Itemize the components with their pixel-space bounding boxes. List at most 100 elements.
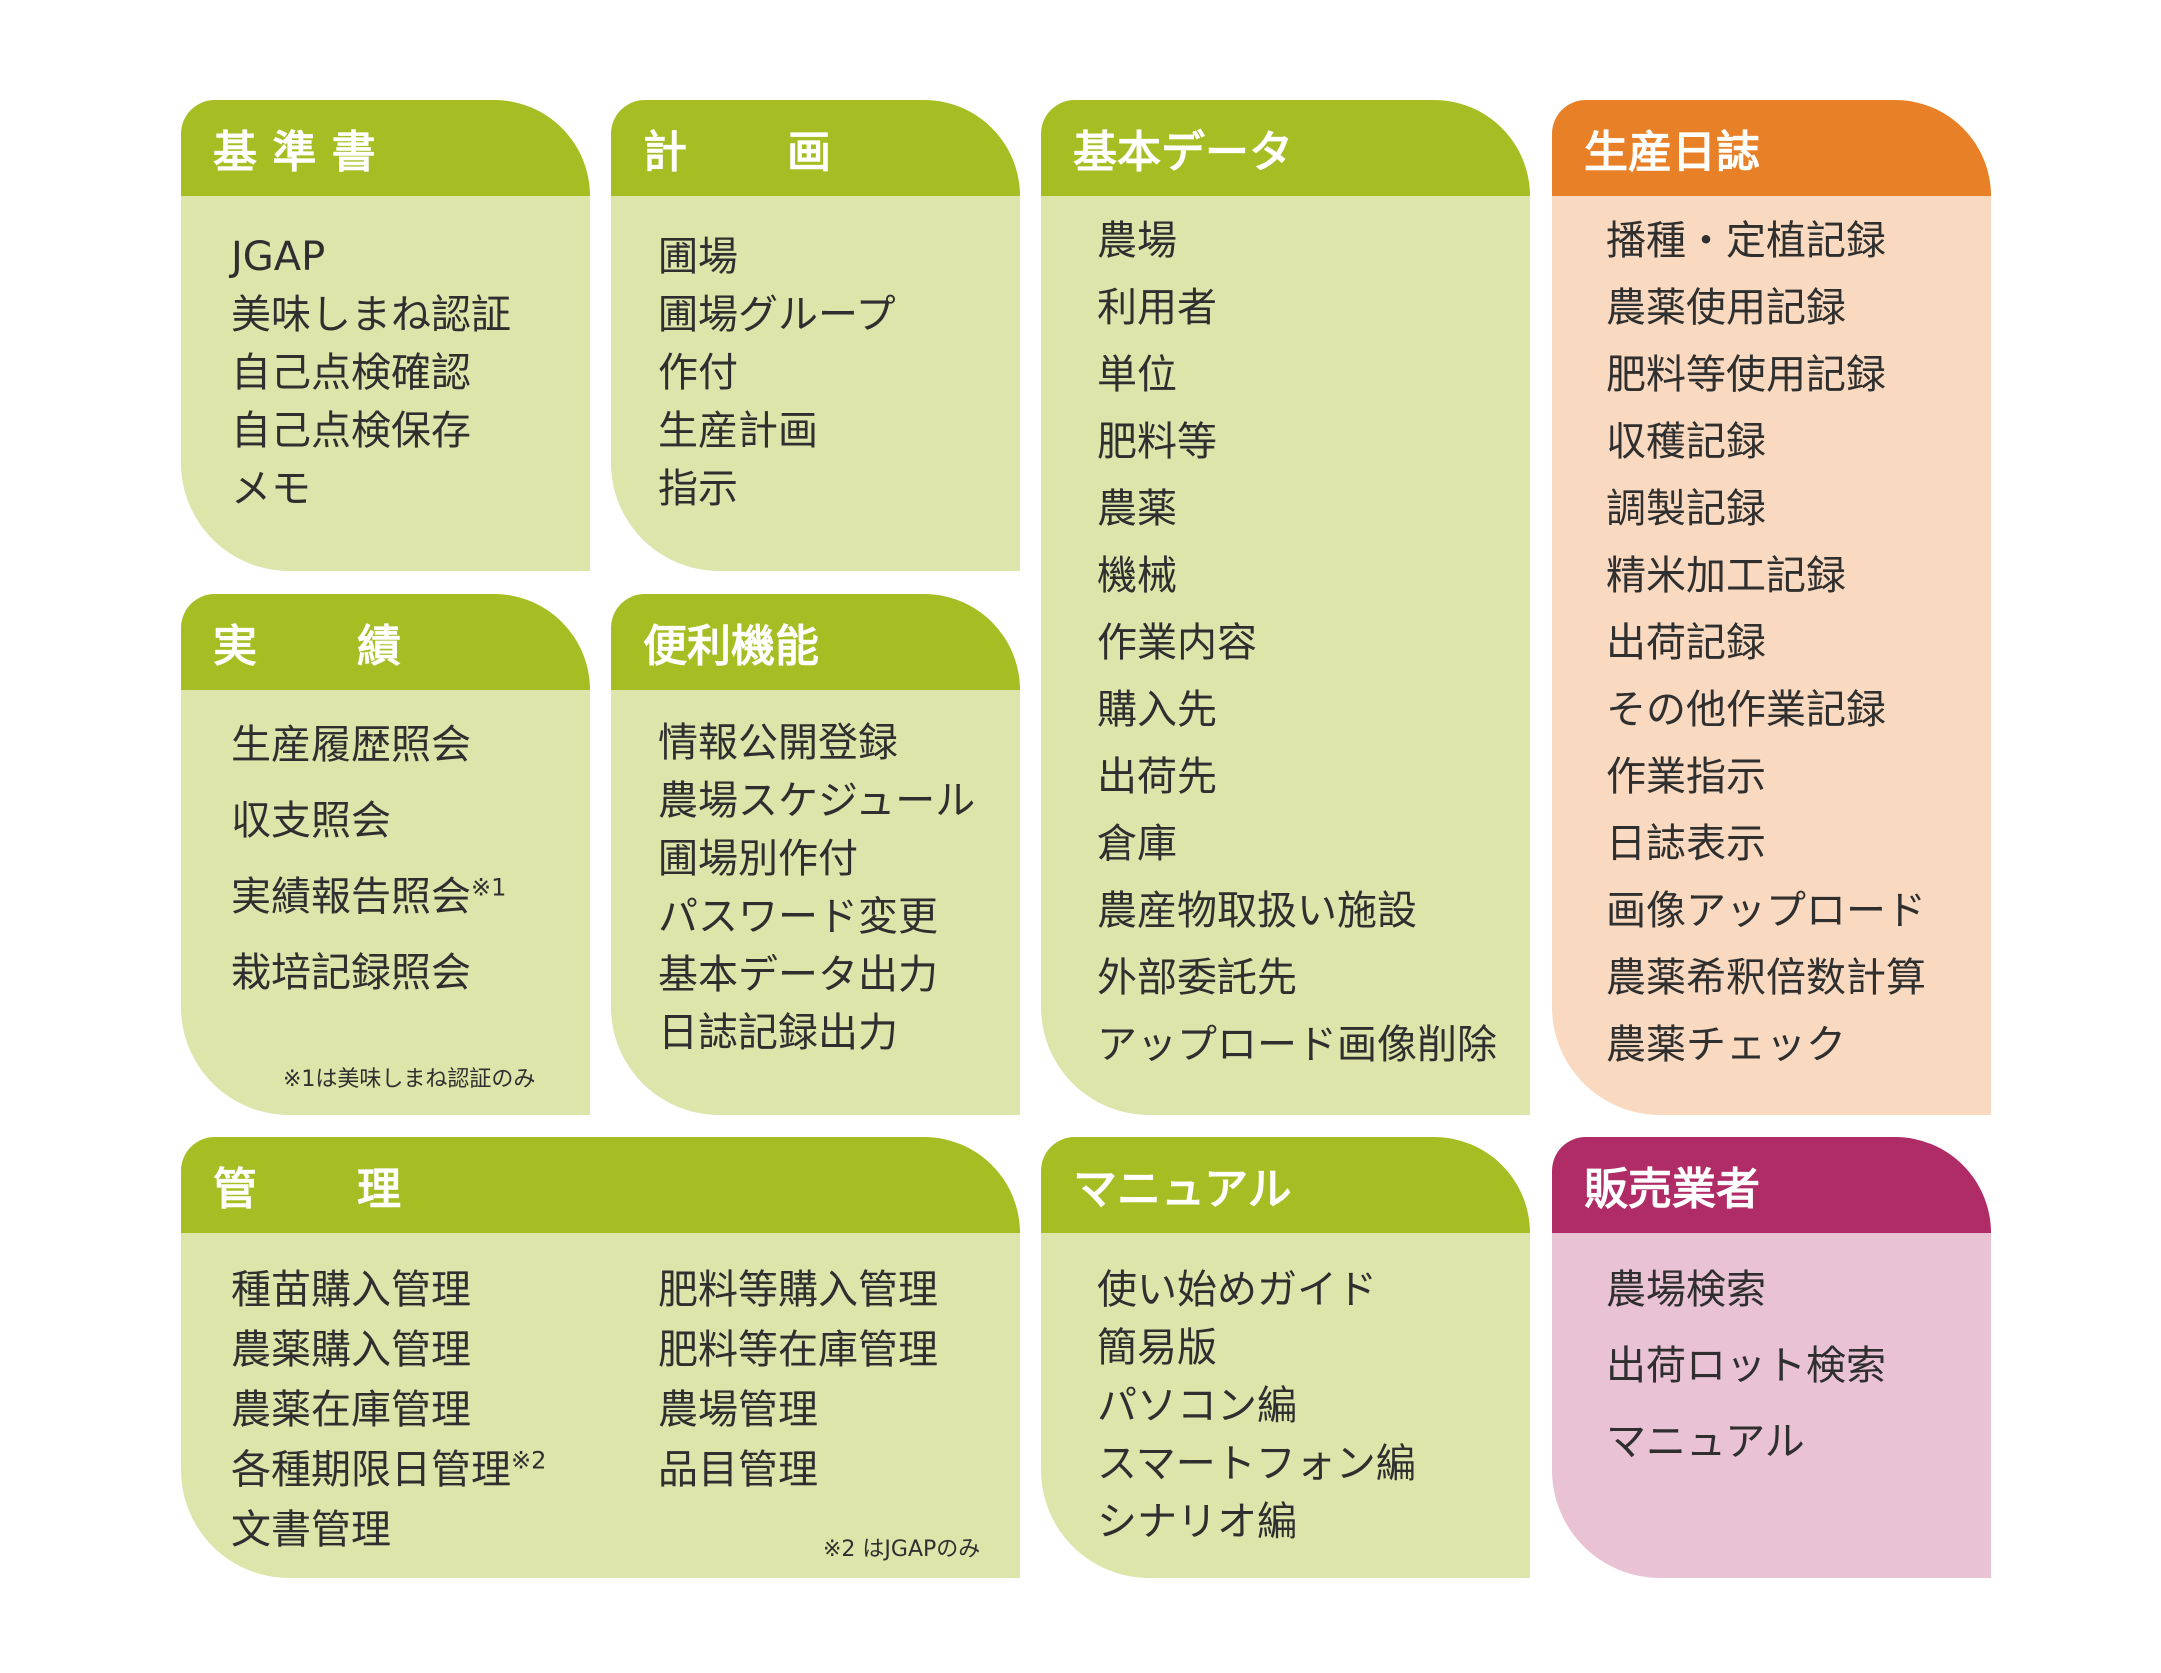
menu-item-fertilizer[interactable]: 肥料等 (1097, 413, 1497, 480)
menu-item-quick-version[interactable]: 簡易版 (1097, 1319, 1416, 1377)
footnote-2: ※2 はJGAPのみ (823, 1537, 981, 1562)
menu-item-production-history[interactable]: 生産履歴照会 (231, 716, 506, 792)
menu-item-farm[interactable]: 農場 (1097, 212, 1497, 279)
menu-item-other-work-record[interactable]: その他作業記録 (1606, 681, 1926, 748)
footnote-mark-1: ※1 (471, 873, 507, 902)
panel-kanri-body: 種苗購入管理 農薬購入管理 農薬在庫管理 各種期限日管理※2 文書管理 肥料等購… (181, 1233, 1020, 1578)
panel-hanbai-gyousha-title: 販売業者 (1552, 1137, 1991, 1233)
menu-item-jgap[interactable]: JGAP (231, 228, 511, 286)
menu-item-preparation-record[interactable]: 調製記録 (1606, 480, 1926, 547)
menu-item-performance-report[interactable]: 実績報告照会※1 (231, 868, 506, 944)
menu-item-fertilizer-purchase[interactable]: 肥料等購入管理 (658, 1261, 938, 1321)
panel-benri-kinou-title: 便利機能 (611, 594, 1020, 690)
menu-item-info-publish[interactable]: 情報公開登録 (658, 714, 975, 772)
menu-item-oishii-shimane[interactable]: 美味しまね認証 (231, 286, 511, 344)
menu-item-farm-search[interactable]: 農場検索 (1606, 1261, 1886, 1337)
menu-item-cultivation-record[interactable]: 栽培記録照会 (231, 944, 506, 1020)
menu-item-production-plan[interactable]: 生産計画 (658, 402, 896, 460)
menu-item-dilution-calculation[interactable]: 農薬希釈倍数計算 (1606, 949, 1926, 1016)
menu-item-work-instruction[interactable]: 作業指示 (1606, 748, 1926, 815)
menu-item-supplier[interactable]: 購入先 (1097, 681, 1497, 748)
panel-kijunsho-title: 基 準 書 (181, 100, 590, 196)
menu-item-deadline-management[interactable]: 各種期限日管理※2 (231, 1441, 546, 1501)
menu-item-planting[interactable]: 作付 (658, 344, 896, 402)
menu-item-pc-edition[interactable]: パソコン編 (1097, 1377, 1416, 1435)
footnote-1: ※1は美味しまね認証のみ (283, 1067, 536, 1092)
menu-item-rice-polishing-record[interactable]: 精米加工記録 (1606, 547, 1926, 614)
menu-item-diary-export[interactable]: 日誌記録出力 (658, 1004, 975, 1062)
panel-jisseki: 実 績 生産履歴照会 収支照会 実績報告照会※1 栽培記録照会 ※1は美味しまね… (181, 594, 590, 1115)
panel-hanbai-gyousha: 販売業者 農場検索 出荷ロット検索 マニュアル (1552, 1137, 1991, 1578)
menu-item-image-upload[interactable]: 画像アップロード (1606, 882, 1926, 949)
panel-manual-body: 使い始めガイド 簡易版 パソコン編 スマートフォン編 シナリオ編 (1041, 1233, 1530, 1578)
menu-item-vendor-manual[interactable]: マニュアル (1606, 1413, 1886, 1489)
menu-item-memo[interactable]: メモ (231, 460, 511, 518)
menu-item-diary-display[interactable]: 日誌表示 (1606, 815, 1926, 882)
menu-item-machinery[interactable]: 機械 (1097, 547, 1497, 614)
menu-item-field-group[interactable]: 圃場グループ (658, 286, 896, 344)
menu-item-pesticide-purchase[interactable]: 農薬購入管理 (231, 1321, 546, 1381)
menu-item-field-planting[interactable]: 圃場別作付 (658, 830, 975, 888)
panel-kanri-title: 管 理 (181, 1137, 1020, 1233)
menu-item-pesticide-stock[interactable]: 農薬在庫管理 (231, 1381, 546, 1441)
panel-kijunsho: 基 準 書 JGAP 美味しまね認証 自己点検確認 自己点検保存 メモ (181, 100, 590, 571)
menu-item-outsourcing[interactable]: 外部委託先 (1097, 949, 1497, 1016)
menu-item-shipment-record[interactable]: 出荷記録 (1606, 614, 1926, 681)
menu-item-shipping-lot-search[interactable]: 出荷ロット検索 (1606, 1337, 1886, 1413)
panel-jisseki-title-part1: 実 (213, 621, 257, 672)
menu-item-basic-data-export[interactable]: 基本データ出力 (658, 946, 975, 1004)
panel-jisseki-title-part2: 績 (357, 621, 401, 672)
panel-seisan-nisshi: 生産日誌 播種・定植記録 農薬使用記録 肥料等使用記録 収穫記録 調製記録 精米… (1552, 100, 1991, 1115)
menu-item-instruction[interactable]: 指示 (658, 460, 896, 518)
performance-report-label: 実績報告照会 (231, 874, 471, 920)
menu-item-shipping-destination[interactable]: 出荷先 (1097, 748, 1497, 815)
panel-jisseki-title: 実 績 (181, 594, 590, 690)
menu-item-document-management[interactable]: 文書管理 (231, 1501, 546, 1561)
panel-seisan-nisshi-body: 播種・定植記録 農薬使用記録 肥料等使用記録 収穫記録 調製記録 精米加工記録 … (1552, 196, 1991, 1115)
menu-item-unit[interactable]: 単位 (1097, 346, 1497, 413)
menu-item-user[interactable]: 利用者 (1097, 279, 1497, 346)
menu-item-fertilizer-stock[interactable]: 肥料等在庫管理 (658, 1321, 938, 1381)
menu-item-pesticide-check[interactable]: 農薬チェック (1606, 1016, 1926, 1083)
panel-kihon-data: 基本データ 農場 利用者 単位 肥料等 農薬 機械 作業内容 購入先 出荷先 倉… (1041, 100, 1530, 1115)
menu-item-scenario-edition[interactable]: シナリオ編 (1097, 1493, 1416, 1551)
panel-kijunsho-body: JGAP 美味しまね認証 自己点検確認 自己点検保存 メモ (181, 196, 590, 571)
panel-kihon-data-body: 農場 利用者 単位 肥料等 農薬 機械 作業内容 購入先 出荷先 倉庫 農産物取… (1041, 196, 1530, 1115)
panel-kanri: 管 理 種苗購入管理 農薬購入管理 農薬在庫管理 各種期限日管理※2 文書管理 … (181, 1137, 1020, 1578)
menu-item-delete-uploaded-images[interactable]: アップロード画像削除 (1097, 1016, 1497, 1083)
panel-jisseki-body: 生産履歴照会 収支照会 実績報告照会※1 栽培記録照会 ※1は美味しまね認証のみ (181, 690, 590, 1115)
menu-item-pesticide-use-record[interactable]: 農薬使用記録 (1606, 279, 1926, 346)
menu-item-farm-schedule[interactable]: 農場スケジュール (658, 772, 975, 830)
panel-kanri-title-part2: 理 (357, 1164, 401, 1215)
panel-keikaku: 計 画 圃場 圃場グループ 作付 生産計画 指示 (611, 100, 1020, 571)
panel-benri-kinou-body: 情報公開登録 農場スケジュール 圃場別作付 パスワード変更 基本データ出力 日誌… (611, 690, 1020, 1115)
panel-keikaku-title-part2: 画 (787, 127, 831, 178)
menu-item-product-management[interactable]: 品目管理 (658, 1441, 938, 1501)
panel-seisan-nisshi-title: 生産日誌 (1552, 100, 1991, 196)
menu-item-password-change[interactable]: パスワード変更 (658, 888, 975, 946)
menu-item-pesticide[interactable]: 農薬 (1097, 480, 1497, 547)
menu-item-self-check-save[interactable]: 自己点検保存 (231, 402, 511, 460)
panel-manual: マニュアル 使い始めガイド 簡易版 パソコン編 スマートフォン編 シナリオ編 (1041, 1137, 1530, 1578)
menu-item-farm-management[interactable]: 農場管理 (658, 1381, 938, 1441)
menu-item-getting-started-guide[interactable]: 使い始めガイド (1097, 1261, 1416, 1319)
menu-item-handling-facility[interactable]: 農産物取扱い施設 (1097, 882, 1497, 949)
menu-item-sowing-planting-record[interactable]: 播種・定植記録 (1606, 212, 1926, 279)
panel-benri-kinou: 便利機能 情報公開登録 農場スケジュール 圃場別作付 パスワード変更 基本データ… (611, 594, 1020, 1115)
menu-item-seed-purchase[interactable]: 種苗購入管理 (231, 1261, 546, 1321)
menu-item-income-expense[interactable]: 収支照会 (231, 792, 506, 868)
menu-item-fertilizer-use-record[interactable]: 肥料等使用記録 (1606, 346, 1926, 413)
menu-item-smartphone-edition[interactable]: スマートフォン編 (1097, 1435, 1416, 1493)
menu-item-field[interactable]: 圃場 (658, 228, 896, 286)
menu-item-work-content[interactable]: 作業内容 (1097, 614, 1497, 681)
panel-keikaku-title: 計 画 (611, 100, 1020, 196)
menu-item-warehouse[interactable]: 倉庫 (1097, 815, 1497, 882)
panel-keikaku-title-part1: 計 (643, 127, 687, 178)
panel-manual-title: マニュアル (1041, 1137, 1530, 1233)
panel-kanri-title-part1: 管 (213, 1164, 257, 1215)
menu-item-harvest-record[interactable]: 収穫記録 (1606, 413, 1926, 480)
deadline-management-label: 各種期限日管理 (231, 1447, 511, 1493)
menu-item-self-check-confirm[interactable]: 自己点検確認 (231, 344, 511, 402)
panel-kihon-data-title: 基本データ (1041, 100, 1530, 196)
footnote-mark-2: ※2 (511, 1446, 547, 1475)
